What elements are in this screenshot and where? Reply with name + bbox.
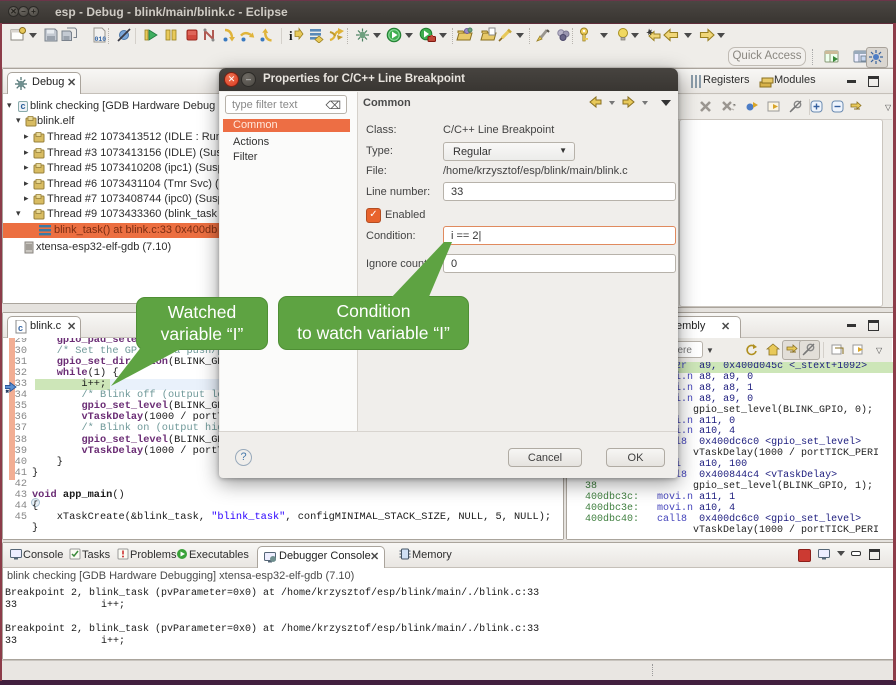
svg-text:c: c xyxy=(18,323,23,333)
svg-text:010: 010 xyxy=(95,36,107,43)
svg-text:i: i xyxy=(289,28,293,43)
